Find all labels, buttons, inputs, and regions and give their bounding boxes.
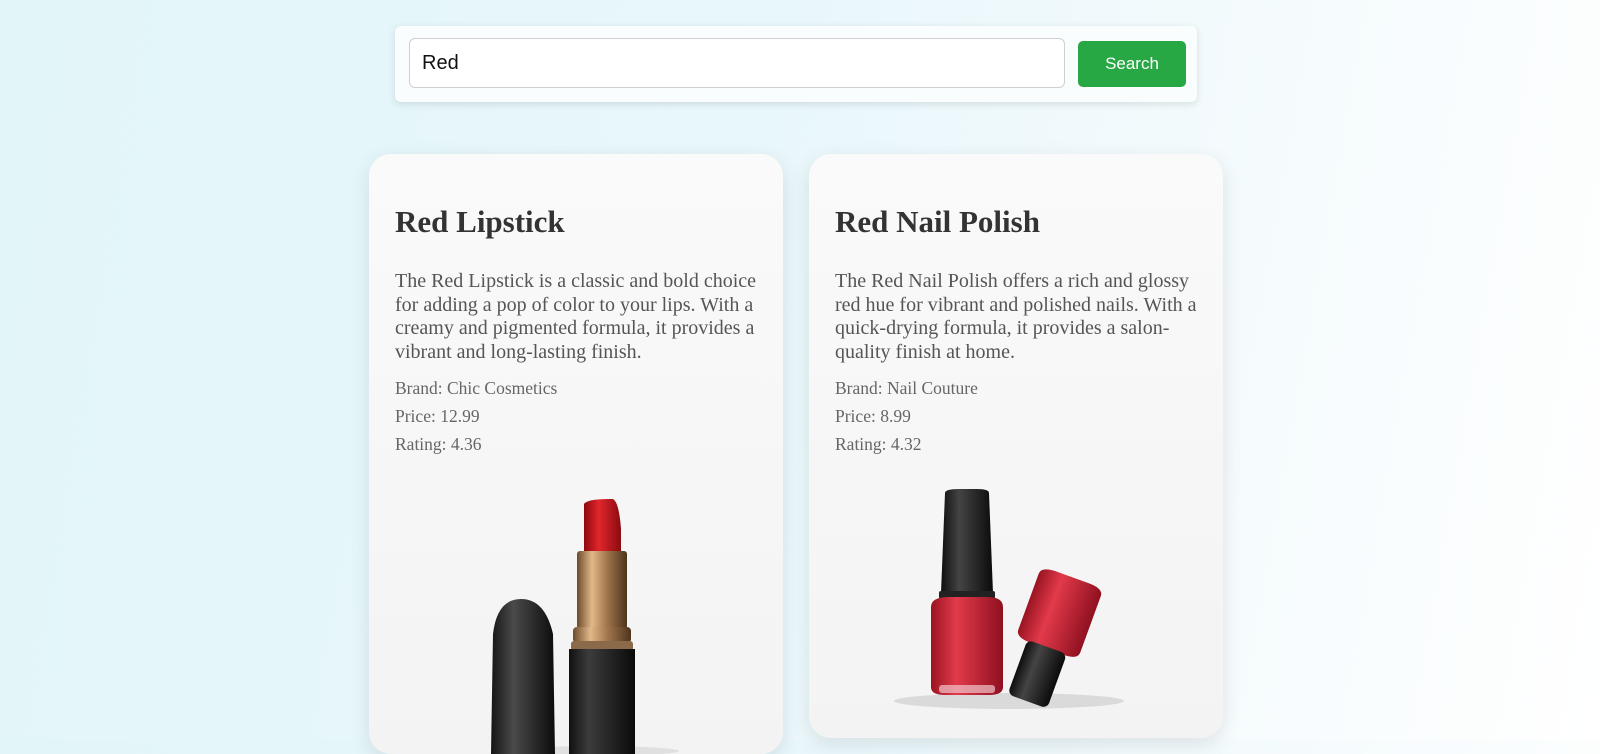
search-input[interactable] xyxy=(409,38,1065,88)
lipstick-image xyxy=(491,499,679,754)
product-rating: Rating: 4.32 xyxy=(835,434,922,454)
search-button[interactable]: Search xyxy=(1078,41,1186,87)
product-price: Price: 12.99 xyxy=(395,406,480,426)
product-brand: Brand: Nail Couture xyxy=(835,378,978,398)
product-card-red-lipstick[interactable]: Red Lipstick The Red Lipstick is a class… xyxy=(369,154,783,754)
product-price: Price: 8.99 xyxy=(835,406,911,426)
product-title: Red Lipstick xyxy=(395,204,565,239)
product-card-red-nail-polish[interactable]: Red Nail Polish The Red Nail Polish offe… xyxy=(809,154,1223,738)
product-description: The Red Nail Polish offers a rich and gl… xyxy=(835,270,1197,363)
search-bar: Search xyxy=(395,26,1197,102)
product-brand: Brand: Chic Cosmetics xyxy=(395,378,558,398)
product-title: Red Nail Polish xyxy=(835,204,1040,239)
product-rating: Rating: 4.36 xyxy=(395,434,482,454)
nail-polish-image xyxy=(894,489,1124,709)
product-description: The Red Lipstick is a classic and bold c… xyxy=(395,270,757,363)
